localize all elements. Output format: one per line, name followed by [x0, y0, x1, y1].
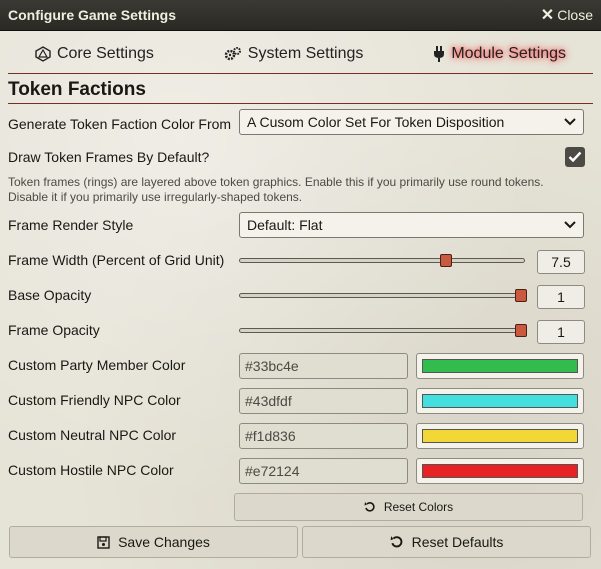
- neutral-color-label: Custom Neutral NPC Color: [8, 427, 177, 443]
- close-button[interactable]: ✕ Close: [541, 5, 593, 25]
- tab-core-settings[interactable]: Core Settings: [35, 45, 154, 63]
- checkmark-icon: [568, 151, 582, 163]
- neutral-color-swatch: [422, 429, 578, 443]
- close-label: Close: [557, 7, 593, 23]
- slider-thumb[interactable]: [515, 324, 527, 337]
- draw-frames-hint-1: Token frames (rings) are layered above t…: [8, 175, 544, 189]
- window-title: Configure Game Settings: [8, 7, 177, 23]
- base-opacity-value: 1: [537, 285, 585, 309]
- draw-frames-row: Draw Token Frames By Default?: [8, 146, 593, 168]
- section-divider: [8, 103, 593, 104]
- hostile-color-picker[interactable]: [416, 458, 584, 484]
- faction-color-source-select[interactable]: A Cusom Color Set For Token Disposition: [239, 109, 584, 135]
- select-value: Default: Flat: [247, 217, 323, 233]
- hostile-color-input[interactable]: #e72124: [239, 458, 408, 484]
- frame-width-value: 7.5: [537, 250, 585, 274]
- draw-frames-hint-2: Disable it if you primarily use irregula…: [8, 190, 303, 204]
- neutral-color-picker[interactable]: [416, 423, 584, 449]
- friendly-color-swatch: [422, 394, 578, 408]
- base-opacity-slider[interactable]: [239, 286, 527, 306]
- frame-opacity-slider[interactable]: [239, 321, 527, 341]
- close-icon: ✕: [540, 7, 555, 24]
- reset-colors-button[interactable]: Reset Colors: [234, 493, 583, 521]
- settings-tabs: Core Settings System Settings Module Set…: [0, 37, 601, 71]
- slider-thumb[interactable]: [439, 254, 452, 267]
- reset-defaults-button[interactable]: Reset Defaults: [302, 526, 591, 558]
- draw-frames-checkbox[interactable]: [565, 147, 585, 167]
- slider-thumb[interactable]: [515, 289, 527, 302]
- gears-icon: [224, 46, 242, 62]
- tab-system-settings[interactable]: System Settings: [224, 45, 364, 63]
- reset-defaults-label: Reset Defaults: [411, 534, 504, 550]
- tabs-divider: [8, 73, 593, 74]
- party-color-picker[interactable]: [416, 353, 584, 379]
- friendly-color-label: Custom Friendly NPC Color: [8, 392, 181, 408]
- tab-label: System Settings: [247, 45, 364, 62]
- save-icon: [97, 535, 110, 549]
- frame-render-style-select[interactable]: Default: Flat: [239, 212, 584, 238]
- undo-icon: [364, 502, 375, 512]
- base-opacity-label: Base Opacity: [8, 287, 92, 303]
- section-title: Token Factions: [8, 79, 146, 100]
- select-value: A Cusom Color Set For Token Disposition: [247, 114, 505, 130]
- frame-render-style-label: Frame Render Style: [8, 217, 134, 233]
- slider-track: [239, 293, 525, 298]
- party-color-input[interactable]: #33bc4e: [239, 353, 408, 379]
- slider-track: [239, 258, 525, 263]
- friendly-color-input[interactable]: #43dfdf: [239, 388, 408, 414]
- frame-width-slider[interactable]: [239, 251, 525, 271]
- tab-label: Module Settings: [451, 45, 567, 62]
- slider-track: [239, 328, 525, 333]
- undo-icon: [390, 536, 402, 548]
- hostile-color-label: Custom Hostile NPC Color: [8, 462, 174, 478]
- frame-width-label: Frame Width (Percent of Grid Unit): [8, 252, 225, 268]
- hostile-color-swatch: [422, 464, 578, 478]
- d20-icon: [35, 46, 51, 62]
- frame-opacity-value: 1: [537, 320, 585, 344]
- chevron-down-icon: [564, 118, 576, 126]
- settings-panel: Core Settings System Settings Module Set…: [0, 31, 601, 569]
- party-color-label: Custom Party Member Color: [8, 357, 186, 373]
- window-header[interactable]: Configure Game Settings ✕ Close: [0, 0, 601, 31]
- neutral-color-input[interactable]: #f1d836: [239, 423, 408, 449]
- save-changes-label: Save Changes: [118, 534, 210, 550]
- draw-frames-label: Draw Token Frames By Default?: [8, 149, 210, 165]
- friendly-color-picker[interactable]: [416, 388, 584, 414]
- chevron-down-icon: [564, 221, 576, 229]
- save-changes-button[interactable]: Save Changes: [9, 526, 298, 558]
- faction-color-source-label: Generate Token Faction Color From: [8, 116, 232, 132]
- plug-icon: [433, 46, 445, 62]
- tab-module-settings[interactable]: Module Settings: [433, 45, 566, 63]
- party-color-swatch: [422, 359, 578, 373]
- frame-opacity-label: Frame Opacity: [8, 322, 100, 338]
- tab-label: Core Settings: [56, 45, 154, 62]
- reset-colors-label: Reset Colors: [383, 500, 454, 514]
